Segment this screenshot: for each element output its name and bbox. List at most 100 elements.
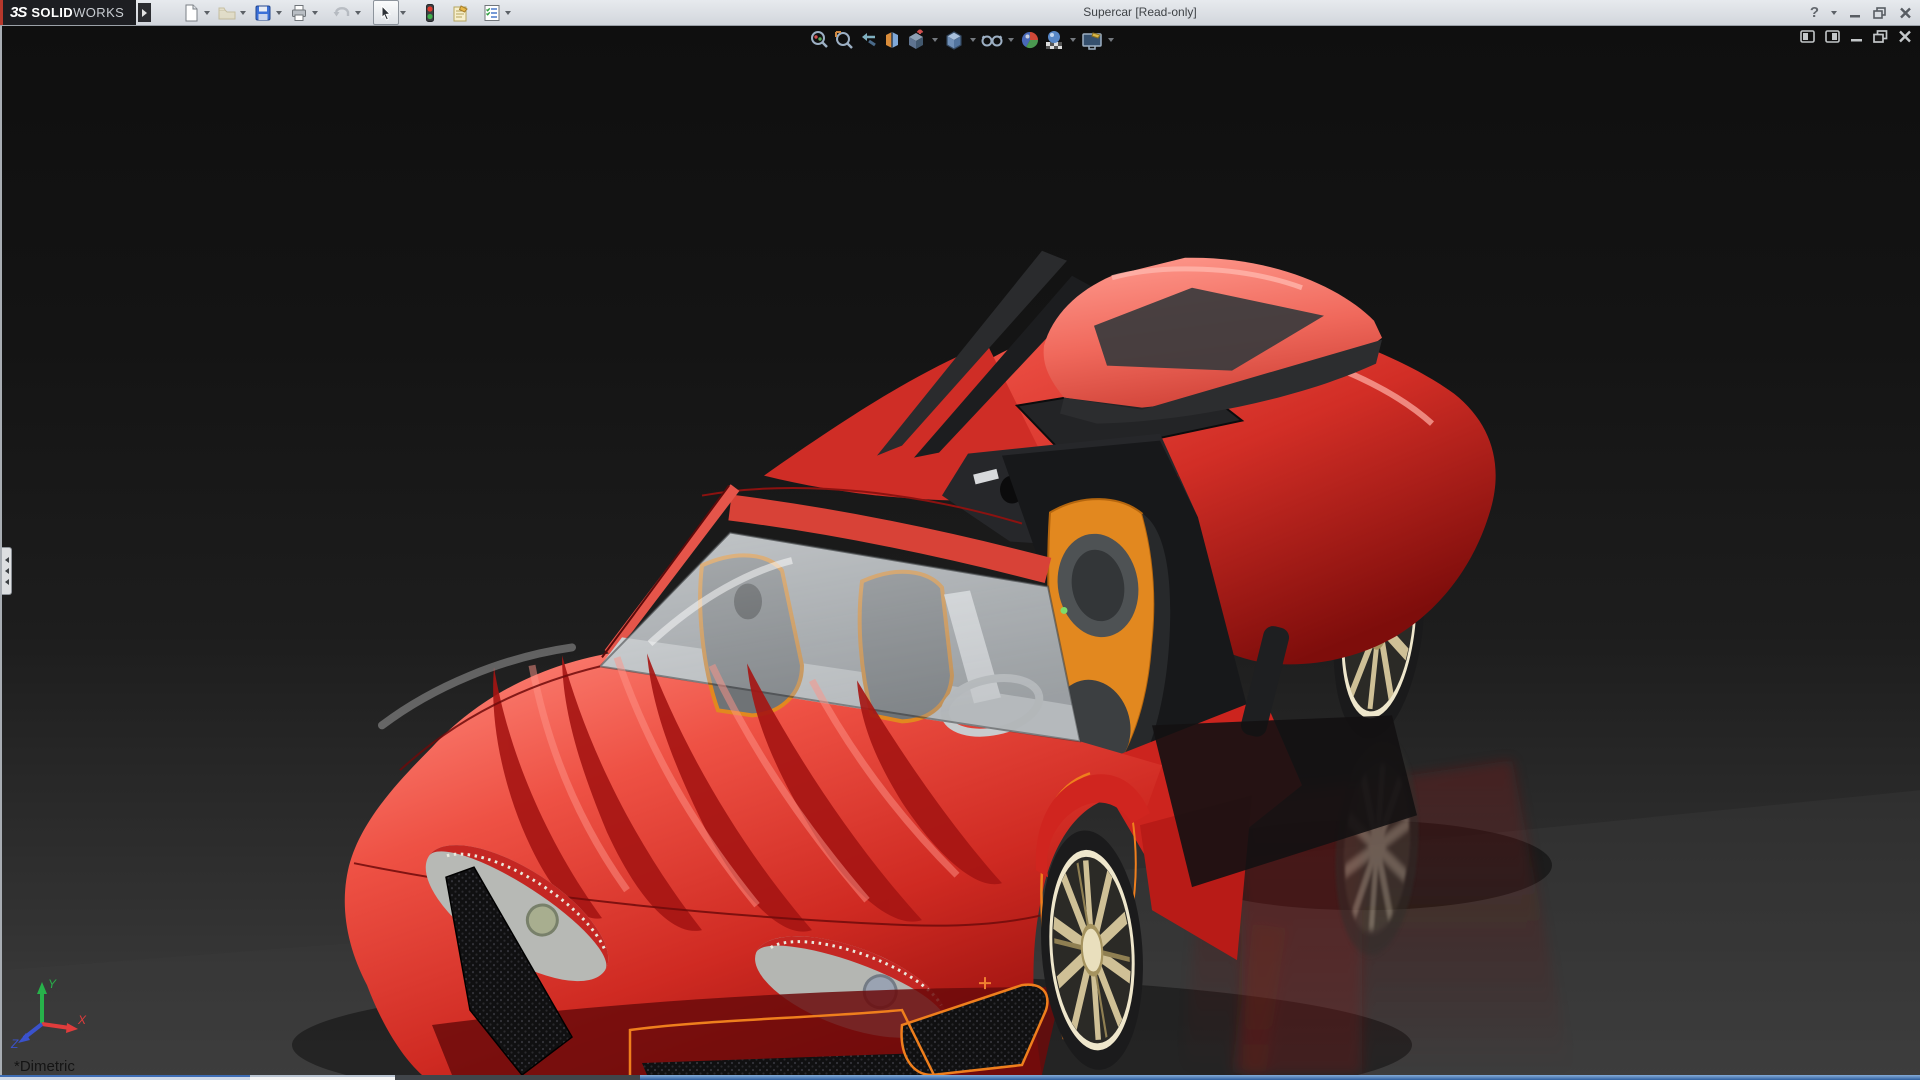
chevron-down-icon[interactable] [1108,38,1114,42]
options-icon [484,4,500,21]
logo-works-text: WORKS [73,5,125,20]
titlebar[interactable]: 3S SOLID WORKS Supercar [Read-only] ? [0,0,1920,26]
hide-show-items-button[interactable] [980,28,1004,52]
restore-button[interactable] [1873,6,1887,19]
view-orientation-button[interactable] [904,28,928,52]
view-settings-icon [1082,32,1102,50]
featuremanager-collapse-tab[interactable] [2,547,12,595]
solidworks-window: 3S SOLID WORKS Supercar [Read-only] ? Y … [0,0,1920,1080]
pane-toggle-right-button[interactable] [1825,30,1840,48]
edit-appearance-icon [1021,31,1039,49]
chevron-down-icon[interactable] [970,38,976,42]
previous-view-button[interactable] [856,28,880,52]
open-document-button[interactable] [215,1,239,24]
previous-view-icon [862,33,876,47]
chevron-down-icon[interactable] [1070,38,1076,42]
close-button[interactable] [1899,7,1912,19]
document-close-button[interactable] [1898,30,1912,48]
chevron-down-icon[interactable] [505,10,512,15]
minimize-icon [1850,14,1860,17]
standard-toolbar [179,0,516,25]
chevron-down-icon[interactable] [400,10,407,15]
chevron-down-icon[interactable] [240,10,247,15]
document-window-controls [1800,30,1912,48]
chevron-down-icon[interactable] [276,10,283,15]
background-window-edge[interactable] [0,1075,250,1080]
pane-toggle-right-icon [1825,30,1840,43]
close-icon [1899,30,1911,43]
zoom-to-fit-button[interactable] [808,28,832,52]
undo-icon [333,6,350,16]
zoom-to-fit-icon [811,31,828,48]
chevron-right-icon [142,8,148,17]
chevron-left-icon [4,557,9,563]
z-axis-label: Z [10,1037,19,1050]
print-icon [292,4,307,21]
view-settings-button[interactable] [1080,28,1104,52]
edit-appearance-button[interactable] [1018,28,1042,52]
apply-scene-button[interactable] [1042,28,1066,52]
menu-expand-button[interactable] [138,3,152,22]
open-document-icon [218,7,236,19]
apply-scene-icon [1046,31,1062,49]
select-button[interactable] [373,0,400,25]
new-document-button[interactable] [179,1,203,24]
file-properties-button[interactable] [449,1,473,24]
taskbar-edge[interactable] [640,1075,1920,1080]
new-document-icon [185,4,198,21]
model-supercar[interactable] [2,26,1920,1075]
rebuild-stoplight-button[interactable] [418,1,442,24]
solidworks-logo: 3S SOLID WORKS [0,0,137,25]
section-view-icon [886,32,898,48]
view-orientation-label: *Dimetric [14,1058,75,1075]
display-style-button[interactable] [942,28,966,52]
save-icon [255,5,271,20]
brand-accent [0,0,3,25]
pane-toggle-left-button[interactable] [1800,30,1815,48]
chevron-down-icon[interactable] [1831,10,1837,15]
document-title: Supercar [Read-only] [1083,5,1197,19]
window-controls: ? [1810,0,1912,25]
minimize-icon [1851,39,1862,42]
help-button[interactable]: ? [1810,0,1819,25]
chevron-down-icon[interactable] [355,10,362,15]
logo-solid-text: SOLID [31,5,74,20]
y-axis-label: Y [48,977,57,991]
print-button[interactable] [287,1,311,24]
chevron-down-icon[interactable] [932,38,938,42]
restore-icon [1873,30,1888,43]
zoom-to-area-button[interactable] [832,28,856,52]
logo-3ds-mark: 3S [10,4,27,21]
save-button[interactable] [251,1,275,24]
select-cursor-icon [381,4,392,21]
undo-button[interactable] [330,1,354,24]
y-axis-arrowhead [37,982,47,994]
file-properties-icon [453,4,469,21]
restore-icon [1873,6,1886,19]
background-window-edge[interactable] [395,1075,640,1080]
x-axis-arrowhead [66,1023,78,1033]
document-restore-button[interactable] [1873,30,1888,48]
background-window-strip [0,1075,1920,1080]
section-view-button[interactable] [880,28,904,52]
pane-toggle-left-icon [1800,30,1815,43]
headsup-view-toolbar [808,28,1118,52]
close-icon [1900,7,1911,18]
view-orientation-icon [909,29,924,49]
chevron-down-icon[interactable] [312,10,319,15]
options-button[interactable] [480,1,504,24]
display-style-icon [946,31,962,50]
chevron-left-icon [4,568,9,574]
stoplight-icon [426,3,435,22]
minimize-button[interactable] [1849,7,1861,19]
background-window-edge[interactable] [250,1075,395,1080]
zoom-to-area-icon [835,31,853,49]
document-minimize-button[interactable] [1850,30,1863,48]
x-axis-label: X [77,1013,87,1027]
reference-triad[interactable]: Y X Z [10,976,88,1050]
chevron-down-icon[interactable] [204,10,211,15]
chevron-down-icon[interactable] [1008,38,1014,42]
graphics-area[interactable]: Y X Z *Dimetric [0,26,1920,1075]
hide-show-items-icon [981,35,1003,47]
chevron-left-icon [4,579,9,585]
